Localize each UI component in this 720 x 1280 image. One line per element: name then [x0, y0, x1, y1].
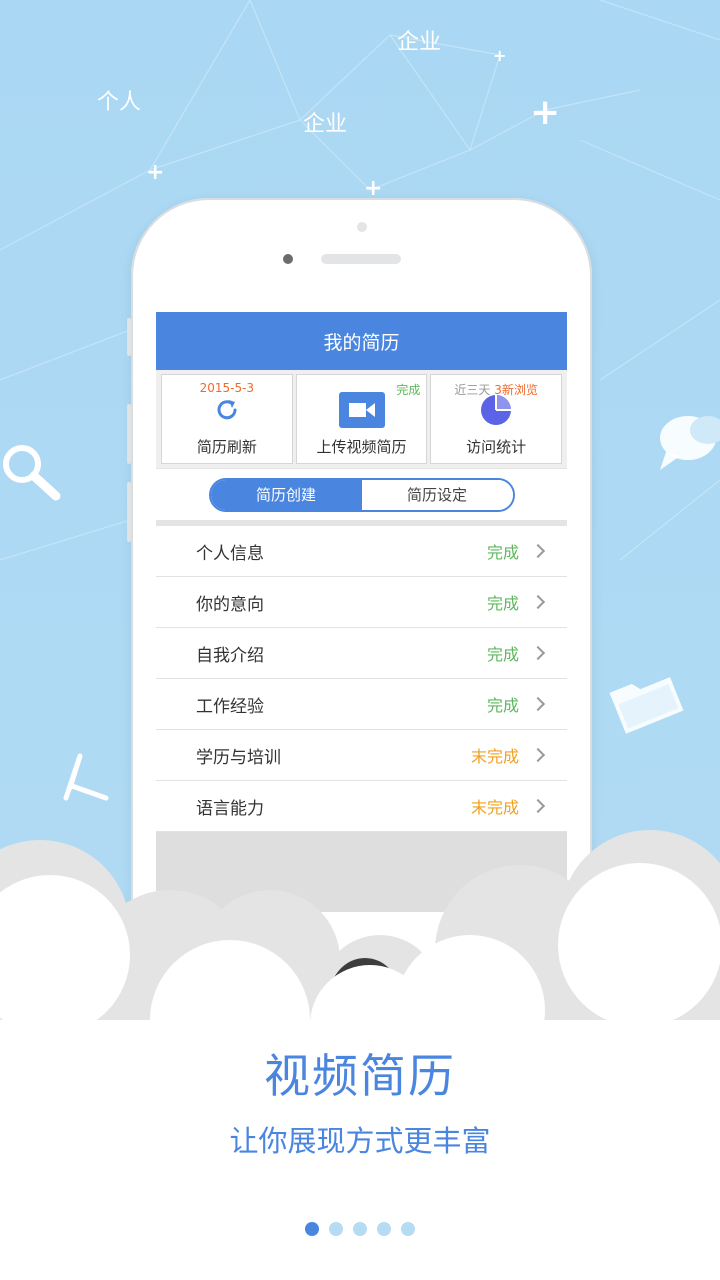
- visit-count: 3新浏览: [494, 383, 538, 397]
- plus-icon: +: [493, 46, 507, 65]
- list-item-label: 你的意向: [196, 594, 264, 615]
- list-item[interactable]: 工作经验 完成: [156, 679, 567, 730]
- page-indicator: [0, 1222, 720, 1236]
- status-text: 末完成: [470, 798, 519, 817]
- visit-label: 访问统计: [466, 438, 527, 456]
- list-item-label: 自我介绍: [196, 645, 264, 666]
- screen-title: 我的简历: [156, 312, 567, 370]
- chat-bubbles-icon: [660, 416, 720, 470]
- upload-status: 完成: [396, 383, 421, 397]
- floating-word: 企业: [397, 30, 442, 55]
- chevron-right-icon: [530, 696, 546, 712]
- page-dot[interactable]: [377, 1222, 391, 1236]
- refresh-icon: [204, 390, 250, 430]
- upload-label: 上传视频简历: [316, 438, 407, 456]
- phone-side-button: [127, 404, 131, 464]
- chevron-right-icon: [530, 798, 546, 814]
- list-item-label: 个人信息: [196, 543, 264, 564]
- list-item[interactable]: 个人信息 完成: [156, 526, 567, 577]
- refresh-date: 2015-5-3: [199, 381, 255, 395]
- visit-period: 近三天: [454, 383, 491, 397]
- floating-word: 个人: [97, 90, 142, 115]
- status-text: 完成: [486, 594, 519, 613]
- chevron-right-icon: [530, 543, 546, 559]
- status-text: 完成: [486, 543, 519, 562]
- chevron-right-icon: [530, 747, 546, 763]
- list-item-label: 语言能力: [196, 798, 264, 819]
- segment-control: 简历创建 简历设定: [208, 477, 515, 512]
- page-dot[interactable]: [329, 1222, 343, 1236]
- page-dot[interactable]: [401, 1222, 415, 1236]
- video-camera-icon: [338, 390, 385, 430]
- page-dot[interactable]: [353, 1222, 367, 1236]
- phone-side-button: [127, 482, 131, 542]
- resume-section-list: 个人信息 完成 你的意向 完成 自我介绍 完成 工作经验 完成 学历与培训 末完…: [156, 526, 567, 832]
- search-icon: [3, 445, 61, 501]
- list-item[interactable]: 自我介绍 完成: [156, 628, 567, 679]
- list-item-label: 学历与培训: [196, 747, 281, 768]
- upload-video-card[interactable]: 完成 上传视频简历: [295, 374, 428, 464]
- status-text: 完成: [486, 645, 519, 664]
- headline: 视频简历: [264, 1049, 456, 1103]
- subline: 让你展现方式更丰富: [229, 1124, 491, 1158]
- phone-side-button: [127, 318, 131, 356]
- list-item[interactable]: 你的意向 完成: [156, 577, 567, 628]
- list-item[interactable]: 学历与培训 末完成: [156, 730, 567, 781]
- floating-word: 企业: [303, 112, 348, 137]
- segment-control-wrap: 简历创建 简历设定: [156, 468, 567, 526]
- tab-resume-settings[interactable]: 简历设定: [361, 479, 513, 510]
- plus-icon: +: [530, 92, 561, 133]
- page-dot[interactable]: [305, 1222, 319, 1236]
- tab-resume-create[interactable]: 简历创建: [210, 479, 362, 510]
- phone-camera: [357, 222, 367, 232]
- chevron-right-icon: [530, 594, 546, 610]
- phone-sensor: [283, 254, 293, 264]
- status-text: 完成: [486, 696, 519, 715]
- folder-icon: [609, 677, 684, 734]
- visit-summary: 近三天 3新浏览: [454, 381, 537, 398]
- cursor-icon: [63, 753, 109, 801]
- chevron-right-icon: [530, 645, 546, 661]
- visit-stats-card[interactable]: 近三天 3新浏览 访问统计: [430, 374, 563, 464]
- phone-speaker: [321, 254, 401, 264]
- refresh-label: 简历刷新: [196, 438, 257, 456]
- plus-icon: +: [146, 160, 165, 185]
- status-text: 末完成: [470, 747, 519, 766]
- stats-bar: 2015-5-3 简历刷新 完成 上传视频简历 近三天 3新浏览 访问统计: [156, 370, 567, 468]
- list-item-label: 工作经验: [196, 696, 264, 717]
- refresh-resume-card[interactable]: 2015-5-3 简历刷新: [161, 374, 293, 464]
